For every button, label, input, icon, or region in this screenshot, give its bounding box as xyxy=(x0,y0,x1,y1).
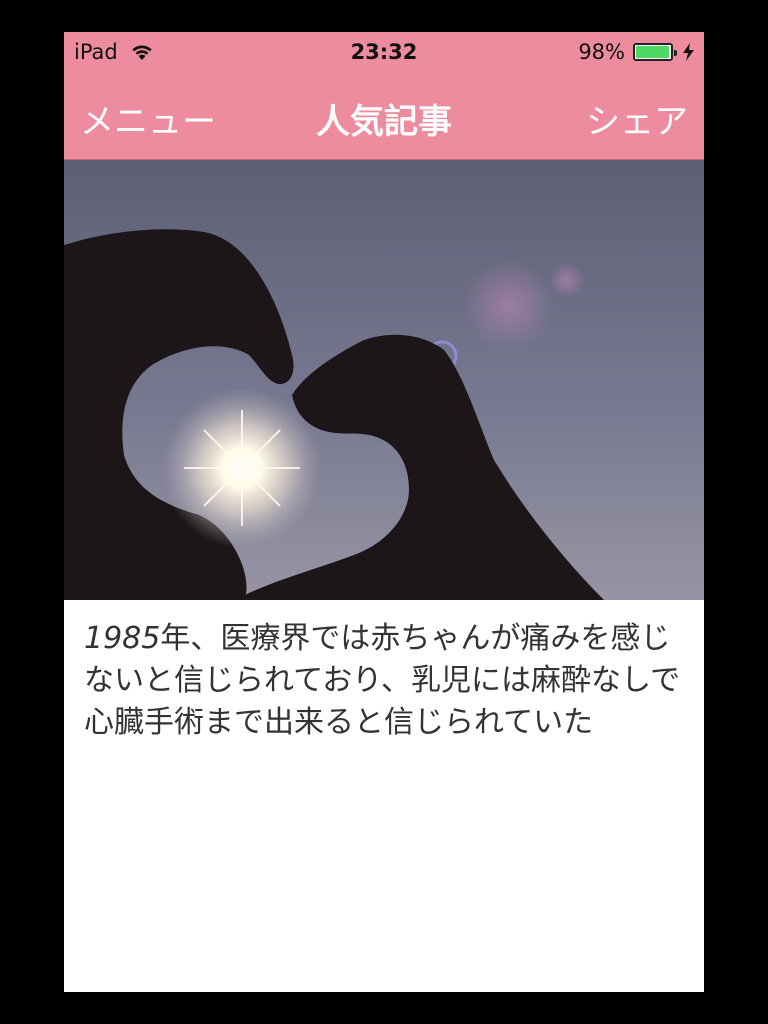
bolt-icon xyxy=(683,43,694,61)
battery-tip xyxy=(674,50,677,56)
battery-percentage: 98% xyxy=(578,40,625,64)
lens-flare-small xyxy=(549,262,585,298)
article-hero-image xyxy=(64,160,704,600)
status-bar: iPad 23:32 98% xyxy=(64,32,704,72)
article-summary: 1985年、医療界では赤ちゃんが痛みを感じないと信じられており、乳児には麻酔なし… xyxy=(84,618,684,744)
navigation-bar: メニュー 人気記事 シェア xyxy=(64,72,704,160)
battery-icon xyxy=(633,43,677,61)
lens-flare xyxy=(464,260,554,350)
article-year: 1985 xyxy=(84,621,161,656)
status-right: 98% xyxy=(578,40,694,64)
app-screen: iPad 23:32 98% メニュー 人気記事 シェア 1985年、医療界では… xyxy=(64,32,704,992)
share-button[interactable]: シェア xyxy=(586,94,688,143)
article-body: 年、医療界では赤ちゃんが痛みを感じないと信じられており、乳児には麻酔なしで心臓手… xyxy=(84,621,681,740)
battery-level xyxy=(636,46,670,58)
